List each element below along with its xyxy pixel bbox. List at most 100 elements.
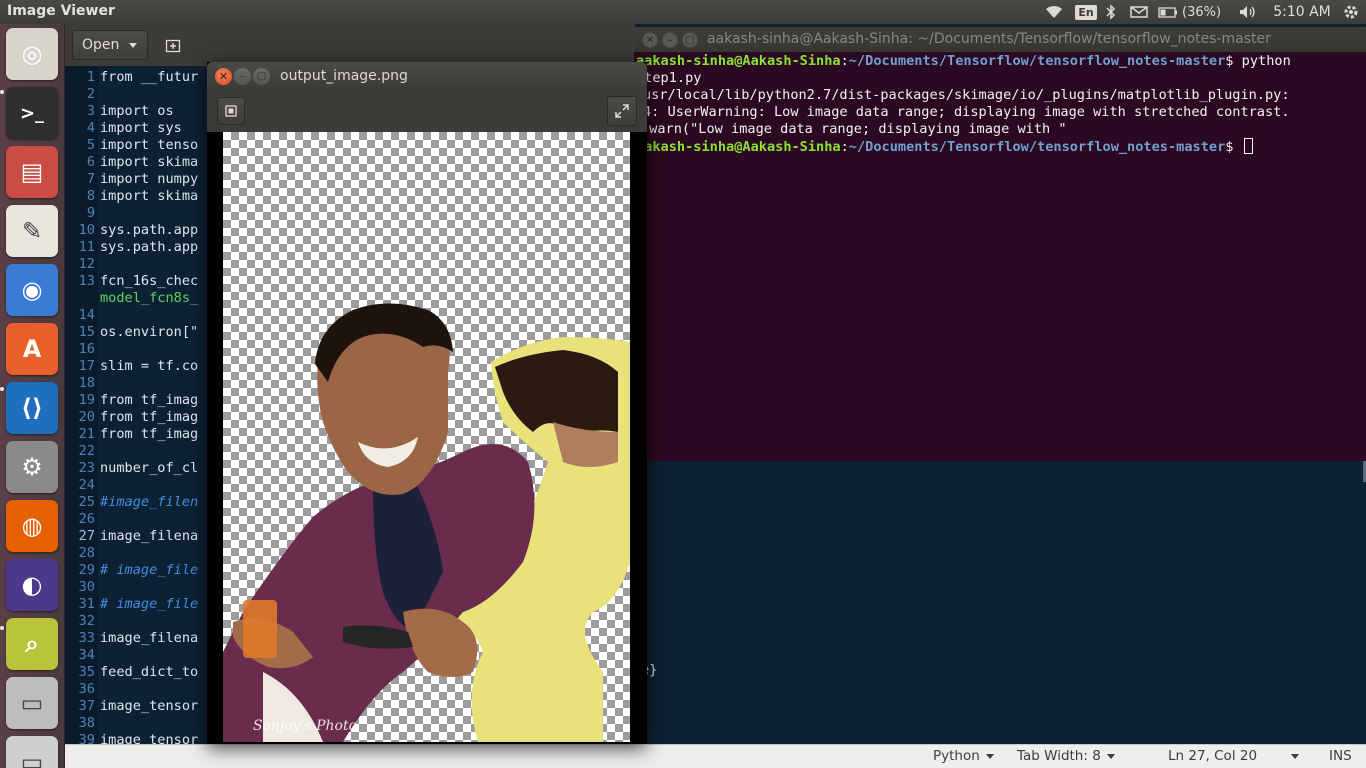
code-line: feed_dict_to [100,664,199,680]
language-label: Python [933,748,980,764]
chevron-down-icon [985,753,994,759]
code-line: import skima [100,154,199,170]
line-number: 5 [86,137,95,153]
code-line: # image_file [100,562,199,578]
firefox-icon[interactable]: ◍ [6,500,58,552]
gallery-icon [225,105,237,117]
files-icon[interactable]: ▤ [6,146,58,198]
prompt-path: ~/Documents/Tensorflow/tensorflow_notes-… [848,139,1226,155]
viewer-title: output_image.png [280,68,408,84]
line-number: 32 [78,613,95,629]
chevron-down-icon [1291,753,1300,759]
bluetooth-icon[interactable] [1103,0,1119,24]
image-viewer-icon[interactable]: ⌕ [6,618,58,670]
volume-icon[interactable] [1237,0,1259,24]
open-button[interactable]: Open [72,30,148,60]
line-number: 19 [78,392,95,408]
line-number: 1 [86,69,95,85]
tab-width-label: Tab Width: 8 [1017,748,1101,764]
minimize-icon[interactable]: – [234,68,251,85]
code-line: image_filena [100,630,199,646]
code-line: import sys [100,120,182,136]
cursor-position-selector[interactable]: Ln 27, Col 20 [1168,748,1300,764]
code-line: sys.path.app [100,222,199,238]
wifi-icon[interactable] [1043,0,1065,24]
viewer-toolbar [207,91,647,132]
command-text: $ python [1225,53,1291,69]
fullscreen-button[interactable] [607,96,637,126]
gallery-button[interactable] [217,97,245,125]
viewer-titlebar[interactable]: ✕ – □ output_image.png [207,62,647,91]
fullscreen-icon [615,104,629,118]
line-number: 26 [78,511,95,527]
terminal-icon[interactable]: >_ [6,87,58,139]
code-line: slim = tf.co [100,358,199,374]
new-tab-icon [165,39,181,53]
line-number: 12 [78,256,95,272]
running-indicator [0,387,4,391]
text-editor-icon[interactable]: ✎ [6,205,58,257]
drive-icon[interactable]: ▭ [6,677,58,729]
software-center-icon[interactable]: A [6,323,58,375]
new-document-button[interactable] [158,30,188,60]
code-line: number_of_cl [100,460,199,476]
line-number: 38 [78,715,95,731]
code-line: import tenso [100,137,199,153]
launcher-glyph: ▭ [20,748,44,768]
line-number: 33 [78,630,95,646]
code-line: import skima [100,188,199,204]
line-number: 8 [86,188,95,204]
code-line: image_filena [100,528,199,544]
line-number: 16 [78,341,95,357]
insert-mode-label: INS [1329,748,1352,764]
maximize-icon[interactable]: □ [253,68,270,85]
line-number: 14 [78,307,95,323]
tab-width-selector[interactable]: Tab Width: 8 [1017,748,1115,764]
maximize-icon[interactable]: □ [682,32,698,48]
code-line: image_tensor [100,698,199,714]
line-number: 3 [86,103,95,119]
launcher-glyph: ⚙ [21,453,43,481]
close-icon[interactable]: ✕ [642,32,658,48]
keyboard-layout-indicator[interactable]: En [1075,0,1097,24]
eclipse-icon[interactable]: ◐ [6,559,58,611]
launcher-glyph: ▤ [20,158,44,186]
system-settings-icon[interactable]: ⚙ [6,441,58,493]
prompt-symbol: $ [1225,139,1242,155]
session-gear-icon[interactable] [1340,0,1362,24]
line-number: 22 [78,443,95,459]
prompt-user: aakash-sinha@Aakash-Sinha [636,53,841,69]
vscode-icon[interactable]: ⟨⟩ [6,382,58,434]
drive-2-icon[interactable]: ▭ [6,736,58,768]
line-number: 6 [86,154,95,170]
line-number [65,290,95,307]
battery-percent: (36%) [1182,4,1222,20]
ubuntu-dash-icon[interactable]: ◎ [6,28,58,80]
launcher-glyph: ⟨⟩ [21,394,43,422]
launcher-glyph: ⌕ [25,630,39,658]
running-indicator [0,90,4,94]
launcher-glyph: ▭ [20,689,44,717]
image-viewer-window[interactable]: ✕ – □ output_image.png Sanjoy's Photo [207,62,647,744]
terminal-line: usr/local/lib/python2.7/dist-packages/sk… [643,87,1290,103]
segmented-photo [223,303,630,742]
mail-icon[interactable] [1128,0,1150,24]
chevron-down-icon [1106,753,1115,759]
clock[interactable]: 5:10 AM [1270,0,1334,24]
terminal-titlebar[interactable]: ✕ – □ aakash-sinha@Aakash-Sinha: ~/Docum… [634,27,1366,52]
line-number: 25 [78,494,95,510]
editor-toolbar: Open [65,24,635,66]
top-panel: Image Viewer En (36%) 5:10 AM [0,0,1366,24]
battery-icon [1158,6,1177,18]
terminal-window[interactable]: ✕ – □ aakash-sinha@Aakash-Sinha: ~/Docum… [634,27,1366,461]
language-selector[interactable]: Python [933,748,994,764]
line-number: 13 [78,273,95,289]
image-canvas[interactable]: Sanjoy's Photo [223,132,630,742]
battery-indicator[interactable]: (36%) [1158,0,1228,24]
close-icon[interactable]: ✕ [215,68,232,85]
minimize-icon[interactable]: – [662,32,678,48]
line-number: 2 [86,86,95,102]
chromium-icon[interactable]: ◉ [6,264,58,316]
launcher-glyph: ◍ [21,512,43,540]
terminal-output[interactable]: aakash-sinha@Aakash-Sinha:~/Documents/Te… [634,52,1366,461]
